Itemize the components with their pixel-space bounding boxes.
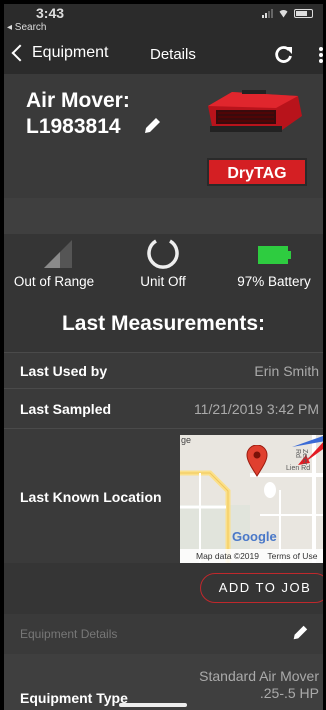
back-label: Equipment bbox=[32, 44, 109, 61]
edit-name-icon[interactable] bbox=[142, 116, 162, 136]
more-options-icon[interactable] bbox=[319, 47, 323, 63]
equipment-type-value: Standard Air Mover .25-.5 HP bbox=[199, 668, 319, 702]
row-last-used: Last Used by Erin Smith bbox=[4, 352, 323, 388]
add-to-job-button[interactable]: ADD TO JOB bbox=[200, 573, 323, 603]
drytag-logo: DryTAG bbox=[207, 158, 307, 186]
map-attribution: Map data ©2019 bbox=[196, 551, 259, 561]
stat-range-label: Out of Range bbox=[13, 274, 95, 289]
equipment-header: Air Mover: L1983814 DryTAG bbox=[4, 74, 323, 198]
back-to-app-link[interactable]: ◂ Search bbox=[7, 22, 46, 33]
app-screen: 3:43 ◂ Search Equipment Details Air Move… bbox=[0, 0, 326, 710]
battery-icon bbox=[258, 246, 291, 264]
edit-details-icon[interactable] bbox=[291, 624, 309, 642]
status-bar: 3:43 ◂ Search bbox=[4, 4, 323, 38]
stat-battery: 97% Battery bbox=[224, 234, 323, 289]
last-used-value: Erin Smith bbox=[254, 363, 319, 379]
back-button[interactable]: Equipment bbox=[10, 44, 109, 62]
home-indicator[interactable] bbox=[119, 703, 187, 707]
phone-battery-icon bbox=[294, 9, 313, 18]
wifi-icon bbox=[278, 9, 289, 18]
equipment-name: Air Mover: L1983814 bbox=[26, 88, 130, 140]
equipment-type-value-line1: Standard Air Mover bbox=[199, 668, 319, 684]
status-time: 3:43 bbox=[36, 5, 65, 21]
page-title: Details bbox=[150, 46, 196, 63]
cell-signal-icon bbox=[262, 9, 273, 18]
power-ring-icon bbox=[147, 239, 179, 269]
status-indicators bbox=[262, 9, 313, 18]
map-terms-link[interactable]: Terms of Use bbox=[267, 551, 317, 561]
equipment-type-heading: Air Mover: bbox=[26, 89, 130, 112]
map-edge-text: ge bbox=[181, 435, 192, 445]
last-sampled-value: 11/21/2019 3:42 PM bbox=[193, 401, 319, 417]
equipment-type-label: Equipment Type bbox=[20, 690, 128, 706]
stat-power: Unit Off bbox=[113, 234, 213, 289]
location-map[interactable]: ge Lien Rd Zeier Rd Google Map data ©201… bbox=[180, 435, 323, 563]
status-row: Out of Range Unit Off 97% Battery bbox=[4, 234, 323, 312]
chevron-left-icon bbox=[11, 44, 29, 62]
refresh-icon[interactable] bbox=[274, 44, 294, 64]
last-sampled-label: Last Sampled bbox=[20, 401, 112, 417]
stat-battery-label: 97% Battery bbox=[237, 274, 311, 289]
equipment-id: L1983814 bbox=[26, 115, 121, 138]
row-equipment-type: Standard Air Mover .25-.5 HP Equipment T… bbox=[4, 654, 323, 710]
last-location-label: Last Known Location bbox=[20, 489, 162, 505]
signal-bars-icon bbox=[44, 240, 72, 268]
last-used-label: Last Used by bbox=[20, 363, 108, 379]
section-title: Last Measurements: bbox=[61, 312, 266, 335]
map-attribution-bar: Map data ©2019 Terms of Use bbox=[180, 549, 323, 563]
air-mover-image bbox=[208, 90, 302, 132]
road-label-zeier: Zeier Rd bbox=[294, 449, 308, 465]
stat-range: Out of Range bbox=[4, 234, 104, 289]
google-logo: Google bbox=[232, 529, 277, 544]
stat-power-label: Unit Off bbox=[140, 274, 186, 289]
equipment-details-title: Equipment Details bbox=[20, 627, 118, 641]
nav-bar: Equipment Details bbox=[4, 38, 323, 74]
row-last-sampled: Last Sampled 11/21/2019 3:42 PM bbox=[4, 388, 323, 428]
equipment-details-header: Equipment Details bbox=[4, 614, 323, 654]
header-divider bbox=[4, 198, 323, 234]
location-pin-icon bbox=[246, 445, 268, 477]
equipment-type-value-line2: .25-.5 HP bbox=[259, 685, 319, 701]
row-last-location: Last Known Location ge Lien Rd Zeier Rd … bbox=[4, 428, 323, 563]
